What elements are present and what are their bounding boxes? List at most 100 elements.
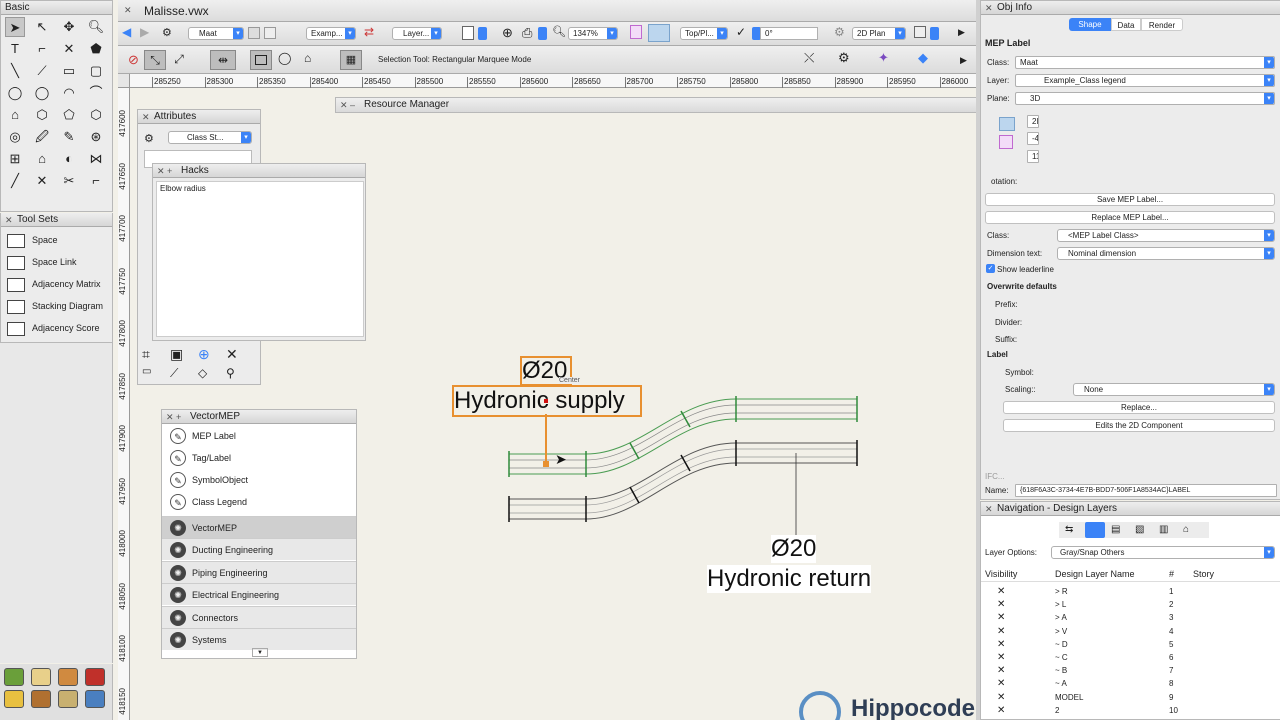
pan-tool-icon[interactable]: ↖ — [32, 17, 52, 37]
corner-tool-icon[interactable]: ⌐ — [86, 171, 106, 191]
layer-row[interactable]: ✕ > A 3 — [981, 612, 1280, 625]
lasso-icon[interactable]: ◯ — [278, 51, 291, 65]
render-sphere-icon[interactable]: ◆ — [918, 50, 928, 66]
supply-name-label[interactable]: Hydronic supply — [454, 387, 625, 415]
flyover-tool-icon[interactable]: ✥ — [59, 17, 79, 37]
light-icon[interactable]: ⚙ — [834, 25, 845, 39]
plane-field[interactable]: 3D ▾ — [1015, 92, 1275, 105]
workplane-icon[interactable]: ✦ — [878, 50, 889, 66]
flip-icon[interactable] — [999, 135, 1013, 149]
class-style-dropdown[interactable]: Class St... ▾ — [168, 131, 252, 144]
col-visibility[interactable]: Visibility — [985, 569, 1017, 579]
settings-gear-icon[interactable]: ⚙ — [838, 50, 850, 66]
angle-icon[interactable]: ✓ — [736, 25, 746, 39]
layer-row[interactable]: ✕ ~ C 6 — [981, 652, 1280, 665]
vectormep-set-item[interactable]: ✺ VectorMEP — [162, 516, 356, 538]
zoom-dropdown[interactable]: 1347% ▾ — [568, 27, 618, 40]
y-field[interactable]: -4 — [1027, 132, 1039, 145]
save-mep-label-button[interactable]: Save MEP Label... — [985, 193, 1275, 206]
nav-tab-sheets-icon[interactable]: ▤ — [1111, 524, 1120, 535]
mirror-tool-icon[interactable]: ⋈ — [86, 149, 106, 169]
print-icon[interactable]: ⎙ — [522, 25, 532, 41]
vectormep-tool-item[interactable]: ✎ Tag/Label — [162, 447, 356, 469]
cross-icon[interactable]: ✕ — [226, 346, 238, 363]
more-arrow-icon[interactable]: ▶ — [958, 27, 965, 38]
toolset-item[interactable]: Stacking Diagram — [5, 299, 111, 317]
rotate-tool-icon[interactable]: ◐ — [59, 149, 79, 169]
vectormep-set-item[interactable]: ✺ Ducting Engineering — [162, 538, 356, 561]
snap-icon[interactable]: ⊕ — [502, 25, 513, 41]
projection-icon[interactable] — [914, 26, 926, 38]
zoom-tool-icon[interactable]: 🔍︎ — [86, 17, 106, 37]
scaling-dropdown[interactable]: None ▾ — [1073, 383, 1275, 396]
name-field[interactable]: {618F6A3C-3734-4E7B-BDD7-506F1A8534AC}LA… — [1015, 484, 1277, 497]
pipe-tool-icon[interactable]: ⬡ — [86, 105, 106, 125]
layer-row[interactable]: ✕ > V 4 — [981, 626, 1280, 639]
close-icon[interactable]: ✕ — [124, 5, 132, 16]
oval-tool-icon[interactable]: ◯ — [32, 83, 52, 103]
site-model-icon[interactable] — [4, 668, 24, 686]
marquee-options-icon[interactable]: ▦ — [340, 50, 362, 70]
layer-row[interactable]: ✕ > R 1 — [981, 586, 1280, 599]
position-grid-icon[interactable] — [999, 117, 1015, 131]
col-design-layer-name[interactable]: Design Layer Name — [1055, 569, 1135, 579]
vectormep-set-item[interactable]: ✺ Systems — [162, 628, 356, 650]
frame-icon[interactable]: ▣ — [170, 346, 183, 363]
visibility-icon[interactable]: ✕ — [997, 599, 1005, 610]
nav-tab-views-icon[interactable]: ▧ — [1135, 524, 1144, 535]
close-icon[interactable]: ✕ — [985, 502, 993, 516]
close-icon[interactable]: ✕ — [985, 1, 993, 15]
vectormep-set-item[interactable]: ✺ Electrical Engineering — [162, 583, 356, 606]
edit-2d-component-button[interactable]: Edits the 2D Component — [1003, 419, 1275, 432]
paint-icon[interactable]: ⚙ — [144, 132, 154, 145]
layer-options-dropdown[interactable]: Layer... ▾ — [392, 27, 442, 40]
slab-icon[interactable] — [31, 668, 51, 686]
move-tool-icon[interactable]: ⌂ — [32, 149, 52, 169]
layer-options-dropdown[interactable]: Gray/Snap Others ▾ — [1051, 546, 1275, 559]
tab-data[interactable]: Data — [1111, 18, 1141, 31]
view-cube-icon[interactable] — [630, 25, 642, 39]
no-snap-icon[interactable]: ⊘ — [128, 52, 139, 68]
toolset-item[interactable]: Space — [5, 233, 111, 251]
close-icon[interactable]: ✕ — [142, 110, 150, 124]
replace-button[interactable]: Replace... — [1003, 401, 1275, 414]
target-icon[interactable]: ⊕ — [198, 346, 210, 363]
render-dropdown[interactable]: 2D Plan ▾ — [852, 27, 906, 40]
forward-arrow-icon[interactable]: ▶ — [140, 25, 149, 39]
layer-dropdown[interactable]: Examp... ▾ — [306, 27, 356, 40]
hacks-content[interactable]: Elbow radius — [156, 181, 364, 337]
shape-tool-icon[interactable]: ⬡ — [32, 105, 52, 125]
tab-render[interactable]: Render — [1141, 18, 1183, 31]
chevron-down-icon[interactable]: ▼ — [252, 648, 268, 657]
visibility-icon[interactable]: ✕ — [997, 692, 1005, 703]
callout-tool-icon[interactable]: ⌐ — [32, 39, 52, 59]
tab-shape[interactable]: Shape — [1069, 18, 1111, 31]
visibility-icon[interactable]: ✕ — [997, 612, 1005, 623]
zoom-dropdown-arrow[interactable] — [538, 27, 547, 40]
layer-row[interactable]: ✕ MODEL 9 — [981, 692, 1280, 705]
visibility-icon[interactable]: ✕ — [997, 626, 1005, 637]
visibility-icon[interactable]: ✕ — [997, 665, 1005, 676]
angle-field[interactable]: 0° — [760, 27, 818, 40]
visibility-icon[interactable]: ✕ — [997, 586, 1005, 597]
class-options-icon-2[interactable] — [264, 27, 276, 39]
visibility-icon[interactable]: ✕ — [997, 639, 1005, 650]
cross-tool-icon[interactable]: ✕ — [32, 171, 52, 191]
toolset-item[interactable]: Adjacency Matrix — [5, 277, 111, 295]
col-number[interactable]: # — [1169, 569, 1174, 579]
hammer-icon[interactable] — [85, 690, 105, 708]
more-arrow-icon[interactable]: ▶ — [960, 55, 967, 66]
circle-tool-icon[interactable]: ◎ — [5, 127, 25, 147]
polyline-tool-icon[interactable]: ◯ — [5, 83, 25, 103]
house-icon[interactable] — [58, 668, 78, 686]
text-tool-icon[interactable]: T — [5, 39, 25, 59]
layer-row[interactable]: ✕ ~ D 5 — [981, 639, 1280, 652]
nav-tab-layers-icon[interactable] — [1085, 522, 1105, 538]
polygon-tool-icon[interactable]: ⌂ — [5, 105, 25, 125]
class-dropdown[interactable]: Maat ▾ — [188, 27, 244, 40]
vectormep-tool-item[interactable]: ✎ SymbolObject — [162, 469, 356, 491]
slash-icon[interactable]: ⟋ — [170, 366, 178, 381]
layer-options-icon[interactable]: ⇄ — [364, 25, 374, 39]
zoom-icon[interactable]: 🔍︎ — [552, 25, 566, 38]
lightbulb-icon[interactable] — [4, 690, 24, 708]
